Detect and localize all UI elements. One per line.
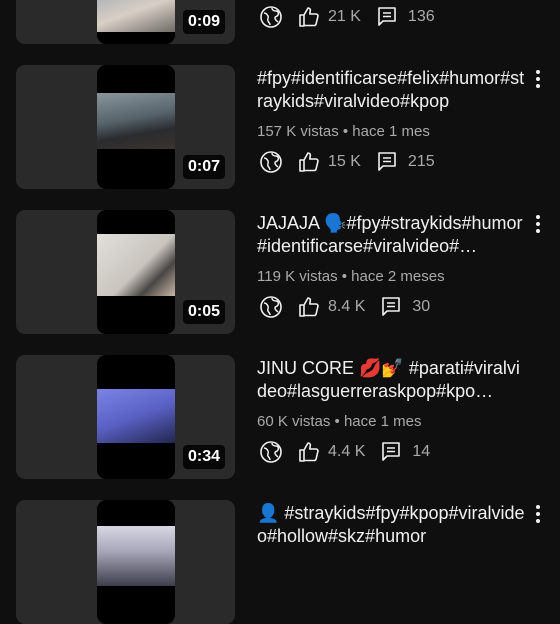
comment-icon [375,150,399,174]
thumbs-up-icon [297,295,321,319]
thumbnail-frame [97,500,175,624]
comments-stat[interactable]: 136 [375,5,435,29]
more-vert-icon[interactable] [528,212,548,236]
comments-stat[interactable]: 215 [375,150,435,174]
globe-icon [259,150,283,174]
video-title[interactable]: JINU CORE 💋💅 #parati#viralvideo#lasguerr… [257,357,525,403]
video-stats: 8.4 K 30 [257,294,430,320]
video-title[interactable]: 👤 #straykids#fpy#kpop#viralvideo#hollow#… [257,502,525,548]
video-row[interactable]: 0:07 #fpy#identificarse#felix#humor#stra… [0,65,560,189]
video-stats: 4.4 K 14 [257,439,430,465]
thumbnail-image [97,93,175,149]
comments-stat[interactable]: 14 [379,440,430,464]
video-title[interactable]: #fpy#identificarse#felix#humor#straykids… [257,67,525,113]
globe-icon [259,440,283,464]
thumbnail-frame [97,355,175,479]
video-thumbnail[interactable]: 0:34 [16,355,235,479]
video-row[interactable]: 👤 #straykids#fpy#kpop#viralvideo#hollow#… [0,500,560,624]
video-row[interactable]: 0:34 JINU CORE 💋💅 #parati#viralvideo#las… [0,355,560,479]
video-thumbnail[interactable]: 0:07 [16,65,235,189]
video-meta: 119 K vistas • hace 2 meses [257,268,445,285]
video-thumbnail[interactable]: 0:09 [16,0,235,44]
thumbnail-image [97,0,175,32]
like-count: 8.4 K [328,298,366,315]
like-count: 21 K [328,8,361,25]
video-meta: 157 K vistas • hace 1 mes [257,123,430,140]
video-stats: 15 K 215 [257,149,435,175]
video-stats: 21 K 136 [257,4,435,30]
thumbs-up-icon [297,440,321,464]
comment-count: 215 [407,153,435,170]
likes-stat[interactable]: 21 K [297,5,361,29]
like-count: 15 K [328,153,361,170]
thumbnail-frame [97,0,175,44]
likes-stat[interactable]: 8.4 K [297,295,365,319]
comment-count: 14 [412,443,431,460]
more-vert-icon[interactable] [528,67,548,91]
video-thumbnail[interactable] [16,500,235,624]
video-list: 0:09 21 K 136 0:07 #fpy#identificarse#fe… [0,0,560,624]
video-row[interactable]: 0:05 JAJAJA 🗣️#fpy#straykids#humor#ident… [0,210,560,334]
thumbnail-frame [97,210,175,334]
thumbnail-image [97,234,175,296]
thumbnail-frame [97,65,175,189]
video-duration: 0:05 [182,300,225,324]
like-count: 4.4 K [328,443,366,460]
comment-icon [379,440,403,464]
video-duration: 0:34 [182,445,225,469]
video-thumbnail[interactable]: 0:05 [16,210,235,334]
video-row[interactable]: 0:09 21 K 136 [0,0,560,44]
comment-count: 136 [407,8,435,25]
video-duration: 0:09 [182,10,225,34]
video-duration: 0:07 [182,155,225,179]
video-meta: 60 K vistas • hace 1 mes [257,413,422,430]
globe-icon [259,5,283,29]
likes-stat[interactable]: 4.4 K [297,440,365,464]
comment-icon [375,5,399,29]
thumbnail-image [97,389,175,443]
thumbnail-image [97,526,175,586]
thumbs-up-icon [297,5,321,29]
comment-icon [379,295,403,319]
comments-stat[interactable]: 30 [379,295,430,319]
video-title[interactable]: JAJAJA 🗣️#fpy#straykids#humor#identifica… [257,212,525,258]
comment-count: 30 [412,298,431,315]
likes-stat[interactable]: 15 K [297,150,361,174]
thumbs-up-icon [297,150,321,174]
globe-icon [259,295,283,319]
more-vert-icon[interactable] [528,502,548,526]
